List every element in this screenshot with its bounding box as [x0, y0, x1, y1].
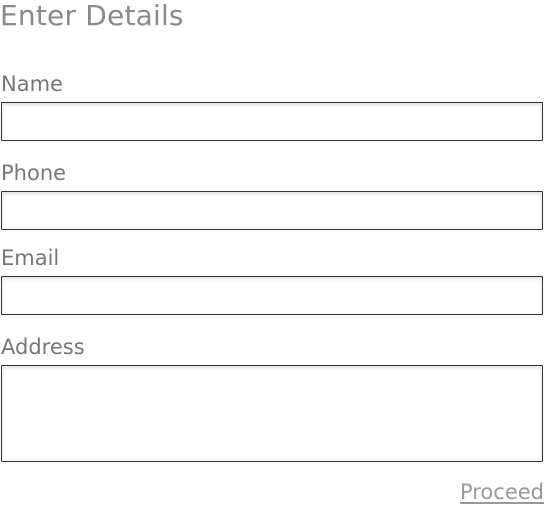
- email-input[interactable]: [1, 276, 543, 315]
- address-label: Address: [1, 335, 85, 359]
- email-label: Email: [1, 246, 60, 270]
- proceed-link[interactable]: Proceed: [460, 479, 544, 505]
- name-input[interactable]: [1, 102, 543, 141]
- name-label: Name: [1, 72, 63, 96]
- phone-input[interactable]: [1, 191, 543, 230]
- phone-label: Phone: [1, 161, 67, 185]
- page-title: Enter Details: [0, 0, 184, 32]
- address-textarea[interactable]: [1, 365, 543, 462]
